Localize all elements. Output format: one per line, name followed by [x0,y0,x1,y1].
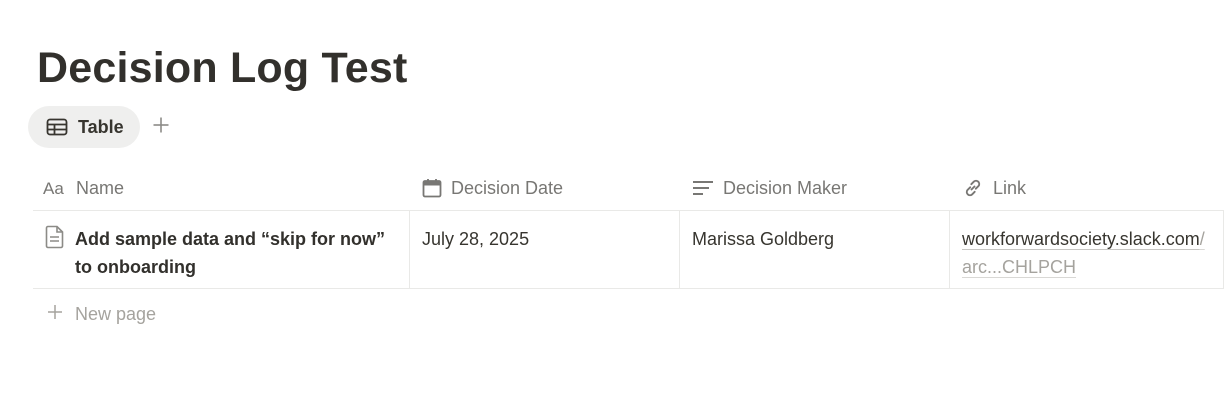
column-label: Link [993,177,1027,198]
database-table: Aa Name Decision Date Decision Maker Lin… [33,166,1224,339]
cell-link[interactable]: workforwardsociety.slack.com/arc...CHLPC… [950,211,1224,288]
svg-text:Aa: Aa [43,180,64,196]
cell-name[interactable]: Add sample data and “skip for now” to on… [33,211,410,288]
tab-table-view[interactable]: Table [28,106,140,148]
add-view-button[interactable] [150,116,172,138]
column-label: Decision Maker [723,177,848,198]
link-icon [962,177,984,199]
link-url-domain: workforwardsociety.slack.com [962,229,1200,249]
column-header-link[interactable]: Link [950,166,1224,210]
page-title[interactable]: Decision Log Test [37,40,408,96]
calendar-icon [422,178,442,198]
page-icon [45,225,65,288]
row-title[interactable]: Add sample data and “skip for now” to on… [75,225,395,288]
database-page: Decision Log Test Table Aa Name Decision… [0,0,1224,414]
table-icon [46,118,68,136]
tab-table-label: Table [78,116,124,137]
cell-decision-maker[interactable]: Marissa Goldberg [680,211,950,288]
column-header-decision-date[interactable]: Decision Date [410,166,680,210]
new-page-button[interactable]: New page [33,289,1224,339]
text-property-icon: Aa [43,180,67,196]
plus-icon [47,304,63,325]
view-tabs: Table [28,106,172,148]
column-label: Decision Date [451,177,564,198]
link-url[interactable]: workforwardsociety.slack.com/arc...CHLPC… [962,229,1205,277]
new-page-label: New page [75,303,157,324]
column-header-name[interactable]: Aa Name [33,166,410,210]
plus-icon [152,116,170,139]
table-header: Aa Name Decision Date Decision Maker Lin… [33,166,1224,211]
column-label: Name [76,177,125,198]
table-row[interactable]: Add sample data and “skip for now” to on… [33,211,1224,289]
cell-decision-date[interactable]: July 28, 2025 [410,211,680,288]
text-lines-icon [692,179,714,197]
column-header-decision-maker[interactable]: Decision Maker [680,166,950,210]
